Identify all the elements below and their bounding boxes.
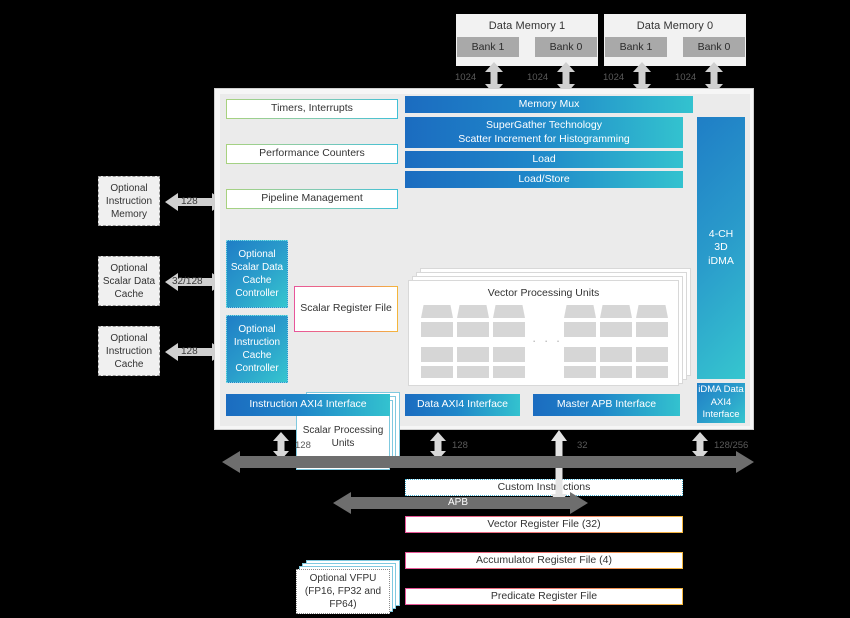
instruction-cache-controller-label: Optional Instruction Cache Controller: [233, 324, 281, 374]
vpu-cell: [564, 366, 596, 378]
optional-vfpu-label: Optional VFPU (FP16, FP32 and FP64): [304, 573, 382, 610]
memory-width-dm1-bank0: 1024: [527, 72, 549, 83]
timers-interrupts-label: Timers, Interrupts: [271, 102, 353, 115]
vector-processing-units-stack: Vector Processing Units · · ·: [408, 268, 693, 386]
vpu-cell: [493, 322, 525, 337]
idma-data-axi4-interface: iDMA Data AXI4 Interface: [697, 383, 745, 423]
idma-line-2: 3D: [714, 241, 728, 254]
scalar-register-file-block: Scalar Register File: [294, 286, 398, 332]
load-label: Load: [532, 152, 556, 165]
idma-line-1: 4-CH: [708, 227, 734, 240]
load-bar: Load: [405, 151, 683, 168]
instruction-axi4-interface: Instruction AXI4 Interface: [226, 394, 390, 416]
data-memory-0-bank-0: Bank 0: [683, 37, 745, 57]
vpu-cell: [457, 305, 489, 318]
vpu-cell: [636, 305, 668, 318]
data-memory-1-bank-0: Bank 0: [535, 37, 597, 57]
vpu-cell: [636, 322, 668, 337]
load-store-label: Load/Store: [518, 172, 570, 185]
data-memory-0: Data Memory 0 Bank 1 Bank 0: [604, 14, 746, 66]
memory-mux-bar: Memory Mux: [405, 96, 693, 113]
vpu-cell: [636, 347, 668, 362]
vpu-cell: [564, 347, 596, 362]
vpu-cell: [493, 347, 525, 362]
vpu-cell: [457, 366, 489, 378]
timers-interrupts-block: Timers, Interrupts: [226, 99, 398, 119]
memory-mux-label: Memory Mux: [518, 97, 580, 110]
optional-vfpu-card: Optional VFPU (FP16, FP32 and FP64): [296, 569, 390, 614]
idma-line-3: iDMA: [708, 254, 734, 267]
master-apb-interface-label: Master APB Interface: [556, 398, 657, 411]
data-axi4-interface: Data AXI4 Interface: [405, 394, 520, 416]
pipeline-management-label: Pipeline Management: [261, 192, 363, 205]
idma-interface-line-1: iDMA Data: [698, 384, 744, 396]
optional-instruction-cache-label: Optional Instruction Cache: [105, 332, 153, 370]
diagram-canvas: Data Memory 1 Bank 1 Bank 0 Data Memory …: [0, 0, 850, 614]
data-memory-1: Data Memory 1 Bank 1 Bank 0: [456, 14, 598, 66]
vpu-cell: [600, 347, 632, 362]
vpu-ellipsis: · · ·: [532, 333, 563, 348]
vpu-cell: [600, 366, 632, 378]
main-system-bus: [222, 450, 754, 479]
accumulator-register-file-label: Accumulator Register File (4): [476, 553, 612, 566]
instruction-memory-bus-width: 128: [181, 196, 198, 207]
predicate-register-file-bar: Predicate Register File: [405, 588, 683, 605]
pipeline-management-block: Pipeline Management: [226, 189, 398, 209]
optional-instruction-memory: Optional Instruction Memory: [98, 176, 160, 226]
vpu-cell: [636, 366, 668, 378]
idma-interface-line-2: AXI4: [710, 396, 732, 408]
supergather-line-1: SuperGather Technology: [486, 119, 602, 132]
vpu-cell: [564, 322, 596, 337]
memory-width-dm1-bank1: 1024: [455, 72, 477, 83]
performance-counters-label: Performance Counters: [259, 147, 365, 160]
vpu-cell: [421, 347, 453, 362]
memory-width-dm0-bank0: 1024: [675, 72, 697, 83]
vpu-front-card: Vector Processing Units · · ·: [408, 280, 679, 386]
load-store-bar: Load/Store: [405, 171, 683, 188]
optional-scalar-data-cache-label: Optional Scalar Data Cache: [102, 262, 156, 300]
optional-vfpu-stack: Optional VFPU (FP16, FP32 and FP64): [296, 560, 400, 618]
data-memory-1-bank-1: Bank 1: [457, 37, 519, 57]
apb-bus-label: APB: [448, 497, 469, 508]
vector-processing-units-label: Vector Processing Units: [487, 287, 600, 299]
scalar-data-cache-bus-width: 32/128: [172, 276, 203, 287]
optional-instruction-cache: Optional Instruction Cache: [98, 326, 160, 376]
data-memory-0-bank-1: Bank 1: [605, 37, 667, 57]
predicate-register-file-label: Predicate Register File: [490, 589, 598, 602]
instruction-cache-bus-width: 128: [181, 346, 198, 357]
optional-instruction-memory-label: Optional Instruction Memory: [105, 182, 153, 220]
data-axi4-interface-label: Data AXI4 Interface: [416, 398, 509, 411]
accumulator-register-file-bar: Accumulator Register File (4): [405, 552, 683, 569]
supergather-line-2: Scatter Increment for Histogramming: [458, 132, 630, 145]
data-memory-0-title: Data Memory 0: [636, 20, 714, 32]
vpu-cell: [564, 305, 596, 318]
memory-width-dm0-bank1: 1024: [603, 72, 625, 83]
vpu-cell: [421, 305, 453, 318]
vpu-cell: [493, 366, 525, 378]
optional-scalar-data-cache: Optional Scalar Data Cache: [98, 256, 160, 306]
vpu-cell: [600, 322, 632, 337]
optional-instruction-cache-controller: Optional Instruction Cache Controller: [226, 315, 288, 383]
scalar-register-file-label: Scalar Register File: [300, 302, 392, 315]
scalar-data-cache-controller-label: Optional Scalar Data Cache Controller: [230, 249, 284, 299]
master-apb-interface: Master APB Interface: [533, 394, 680, 416]
supergather-bar: SuperGather Technology Scatter Increment…: [405, 117, 683, 148]
vpu-cell: [600, 305, 632, 318]
vpu-cell: [457, 322, 489, 337]
vpu-cell: [457, 347, 489, 362]
performance-counters-block: Performance Counters: [226, 144, 398, 164]
optional-scalar-data-cache-controller: Optional Scalar Data Cache Controller: [226, 240, 288, 308]
idma-interface-line-3: Interface: [702, 409, 740, 421]
vpu-cell: [421, 366, 453, 378]
vpu-cell: [421, 322, 453, 337]
idma-block: 4-CH 3D iDMA: [697, 117, 745, 379]
vpu-cell: [493, 305, 525, 318]
data-memory-1-title: Data Memory 1: [488, 20, 566, 32]
instruction-axi4-interface-label: Instruction AXI4 Interface: [249, 398, 367, 411]
